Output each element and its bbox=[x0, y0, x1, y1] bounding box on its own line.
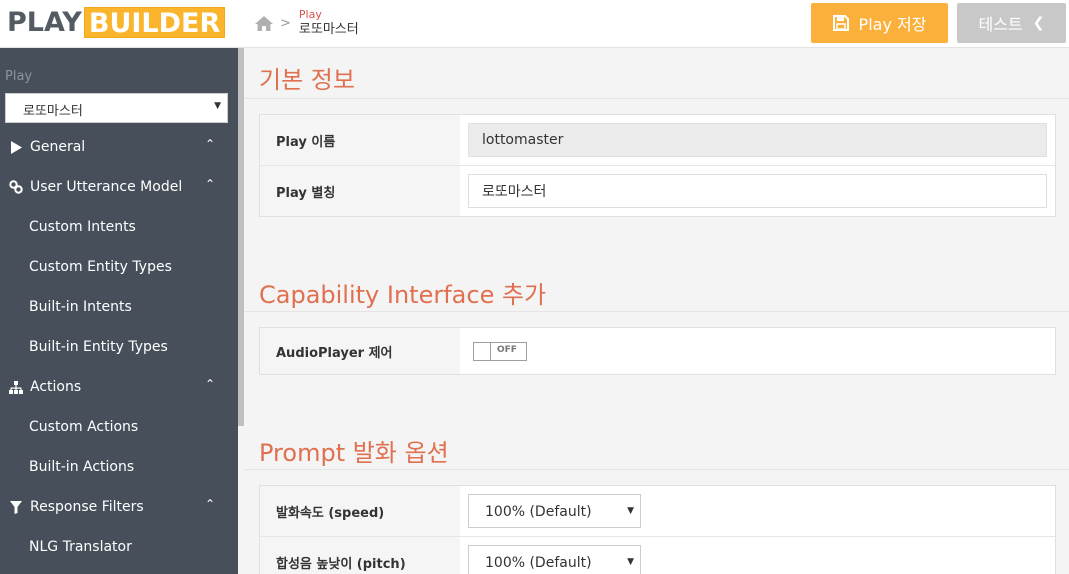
sidebar: Play 로또마스터 ▼ General ⌃ User Utterance Mo… bbox=[0, 48, 238, 574]
test-button[interactable]: 테스트 ❮ bbox=[957, 3, 1066, 43]
audioplayer-toggle[interactable]: OFF bbox=[473, 342, 527, 361]
toggle-knob bbox=[474, 343, 491, 360]
pitch-label: 합성음 높낮이 (pitch) bbox=[260, 537, 460, 574]
test-button-label: 테스트 bbox=[978, 15, 1023, 34]
home-icon[interactable] bbox=[254, 14, 274, 34]
save-button-label: Play 저장 bbox=[858, 15, 927, 34]
sidebar-item-label: Response Filters bbox=[30, 499, 144, 515]
form-row-pitch: 합성음 높낮이 (pitch) 100% (Default) ▼ bbox=[260, 537, 1055, 574]
logo[interactable]: PLAY BUILDER bbox=[7, 7, 226, 39]
audioplayer-label: AudioPlayer 제어 bbox=[260, 328, 460, 374]
form-row-play-name: Play 이름 lottomaster bbox=[260, 115, 1055, 166]
sidebar-item-actions[interactable]: Actions ⌃ bbox=[0, 367, 238, 407]
play-name-label: Play 이름 bbox=[260, 115, 460, 165]
divider bbox=[244, 469, 1069, 470]
chevron-up-icon: ⌃ bbox=[204, 137, 215, 151]
sidebar-item-general[interactable]: General ⌃ bbox=[0, 127, 238, 167]
caret-down-icon: ▼ bbox=[214, 101, 221, 111]
capability-card: AudioPlayer 제어 OFF bbox=[259, 327, 1056, 375]
sidebar-item-custom-intents[interactable]: Custom Intents bbox=[0, 207, 238, 247]
sidebar-item-label: Custom Actions bbox=[29, 419, 139, 435]
chevron-up-icon: ⌃ bbox=[204, 377, 215, 391]
caret-down-icon: ▼ bbox=[627, 557, 634, 567]
sidebar-item-user-utterance-model[interactable]: User Utterance Model ⌃ bbox=[0, 167, 238, 207]
sidebar-item-label: Actions bbox=[30, 379, 82, 395]
sidebar-item-label: Custom Entity Types bbox=[29, 259, 172, 275]
top-bar: PLAY BUILDER > Play 로또마스터 Play 저장 테스트 ❮ bbox=[0, 0, 1069, 48]
pitch-select-value: 100% (Default) bbox=[485, 555, 592, 571]
play-icon bbox=[9, 139, 23, 155]
sidebar-item-custom-actions[interactable]: Custom Actions bbox=[0, 407, 238, 447]
sidebar-item-label: User Utterance Model bbox=[30, 179, 183, 195]
chevron-left-icon: ❮ bbox=[1032, 15, 1045, 31]
main-content: 기본 정보 Play 이름 lottomaster Play 별칭 로또마스터 … bbox=[244, 49, 1069, 574]
logo-builder: BUILDER bbox=[83, 7, 226, 39]
play-select-value: 로또마스터 bbox=[23, 104, 83, 119]
chevron-up-icon: ⌃ bbox=[204, 177, 215, 191]
breadcrumb-current: 로또마스터 bbox=[298, 22, 359, 37]
breadcrumb: > Play 로또마스터 bbox=[254, 8, 359, 37]
play-name-field: lottomaster bbox=[468, 123, 1047, 157]
divider bbox=[244, 98, 1069, 99]
sidebar-item-built-in-intents[interactable]: Built-in Intents bbox=[0, 287, 238, 327]
play-alias-label: Play 별칭 bbox=[260, 166, 460, 216]
basic-info-card: Play 이름 lottomaster Play 별칭 로또마스터 bbox=[259, 114, 1056, 217]
caret-down-icon: ▼ bbox=[627, 506, 634, 516]
breadcrumb-parent[interactable]: Play bbox=[299, 8, 359, 22]
sidebar-item-nlg-translator[interactable]: NLG Translator bbox=[0, 527, 238, 567]
form-row-speed: 발화속도 (speed) 100% (Default) ▼ bbox=[260, 486, 1055, 537]
sidebar-item-label: Built-in Intents bbox=[29, 299, 132, 315]
logo-play: PLAY bbox=[7, 7, 82, 38]
link-icon bbox=[9, 179, 23, 195]
filter-icon bbox=[9, 499, 23, 515]
sidebar-item-built-in-entity-types[interactable]: Built-in Entity Types bbox=[0, 327, 238, 367]
sidebar-item-label: NLG Translator bbox=[29, 539, 132, 555]
section-title-basic-info: 기본 정보 bbox=[259, 66, 355, 94]
chevron-up-icon: ⌃ bbox=[204, 497, 215, 511]
save-icon bbox=[832, 15, 849, 31]
sidebar-item-label: Custom Intents bbox=[29, 219, 136, 235]
sidebar-item-label: Built-in Entity Types bbox=[29, 339, 168, 355]
sidebar-item-built-in-actions[interactable]: Built-in Actions bbox=[0, 447, 238, 487]
form-row-audioplayer: AudioPlayer 제어 OFF bbox=[260, 328, 1055, 374]
sitemap-icon bbox=[9, 379, 23, 395]
sidebar-item-custom-entity-types[interactable]: Custom Entity Types bbox=[0, 247, 238, 287]
pitch-select[interactable]: 100% (Default) ▼ bbox=[468, 545, 641, 574]
form-row-play-alias: Play 별칭 로또마스터 bbox=[260, 166, 1055, 216]
section-title-prompt: Prompt 발화 옵션 bbox=[259, 439, 449, 467]
sidebar-play-label: Play bbox=[5, 69, 33, 84]
prompt-card: 발화속도 (speed) 100% (Default) ▼ 합성음 높낮이 (p… bbox=[259, 485, 1056, 574]
speed-label: 발화속도 (speed) bbox=[260, 486, 460, 536]
breadcrumb-separator: > bbox=[280, 16, 291, 31]
section-title-capability: Capability Interface 추가 bbox=[259, 281, 547, 309]
play-alias-field[interactable]: 로또마스터 bbox=[468, 174, 1047, 208]
play-select[interactable]: 로또마스터 ▼ bbox=[5, 93, 228, 123]
sidebar-item-label: General bbox=[30, 139, 86, 155]
sidebar-item-label: Built-in Actions bbox=[29, 459, 135, 475]
divider bbox=[244, 311, 1069, 312]
save-button[interactable]: Play 저장 bbox=[811, 3, 948, 43]
speed-select-value: 100% (Default) bbox=[485, 504, 592, 520]
sidebar-item-response-filters[interactable]: Response Filters ⌃ bbox=[0, 487, 238, 527]
toggle-state: OFF bbox=[497, 345, 517, 355]
speed-select[interactable]: 100% (Default) ▼ bbox=[468, 494, 641, 528]
